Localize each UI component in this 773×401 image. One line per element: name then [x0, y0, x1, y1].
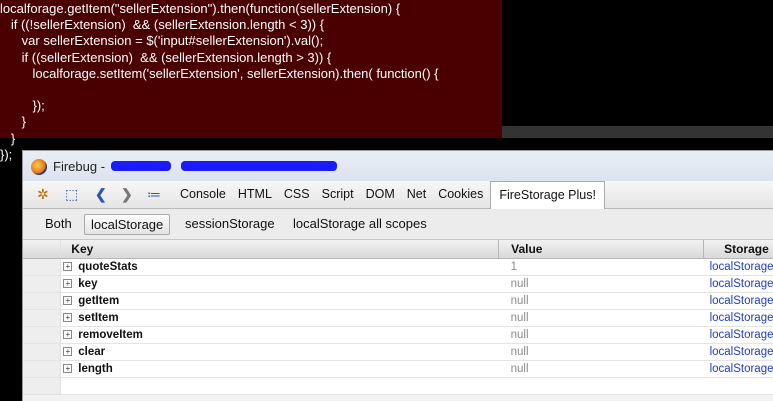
tab-script[interactable]: Script	[317, 181, 359, 208]
storage-filter-bar: Both localStorage sessionStorage localSt…	[23, 209, 773, 240]
tab-console[interactable]: Console	[175, 181, 231, 208]
column-header-value[interactable]: Value	[498, 240, 705, 259]
filter-localstorage-all-scopes[interactable]: localStorage all scopes	[287, 214, 433, 233]
row-storage[interactable]: localStorage	[703, 360, 773, 378]
row-value: null	[498, 360, 704, 378]
firebug-bug-icon[interactable]: ✲	[37, 186, 49, 202]
column-header-storage[interactable]: Storage	[703, 240, 773, 259]
redaction-mark	[181, 161, 337, 171]
firefox-icon	[31, 159, 47, 175]
row-value: null	[498, 326, 704, 344]
row-gutter	[23, 343, 62, 361]
table-header-row: Key Value Storage	[23, 240, 773, 259]
header-gutter	[23, 240, 62, 259]
expand-icon[interactable]: +	[63, 364, 73, 374]
row-gutter	[23, 326, 62, 344]
command-line-icon[interactable]: ≔	[147, 186, 161, 202]
row-key: clear	[78, 345, 106, 358]
row-gutter	[23, 292, 62, 310]
window-title: Firebug -	[53, 159, 106, 174]
row-storage[interactable]: localStorage	[703, 326, 773, 344]
expand-icon[interactable]: +	[63, 262, 73, 272]
row-storage[interactable]: localStorage	[703, 292, 773, 310]
table-row[interactable]: + length null localStorage	[23, 360, 773, 378]
window-titlebar: Firebug -	[23, 151, 773, 181]
table-row[interactable]: + quoteStats 1 localStorage	[23, 258, 773, 276]
row-key: setItem	[78, 311, 119, 324]
row-storage[interactable]: localStorage	[703, 258, 773, 276]
filter-sessionstorage[interactable]: sessionStorage	[179, 214, 281, 233]
empty-row	[23, 377, 773, 395]
expand-icon[interactable]: +	[63, 347, 73, 357]
empty-cell	[60, 377, 499, 395]
filter-localstorage[interactable]: localStorage	[84, 214, 171, 235]
firebug-window: Firebug - ✲ ⬚ ❮ ❯ ≔ Console HTML CSS Scr…	[22, 150, 773, 401]
table-row[interactable]: + key null localStorage	[23, 275, 773, 293]
expand-icon[interactable]: +	[63, 330, 73, 340]
table-row[interactable]: + getItem null localStorage	[23, 292, 773, 310]
row-gutter	[23, 275, 62, 293]
table-row[interactable]: + setItem null localStorage	[23, 309, 773, 327]
row-value: null	[498, 275, 704, 293]
tab-net[interactable]: Net	[402, 181, 431, 208]
row-storage[interactable]: localStorage	[703, 343, 773, 361]
table-row[interactable]: + removeItem null localStorage	[23, 326, 773, 344]
code-text: localforage.getItem("sellerExtension").t…	[0, 1, 439, 162]
row-key: getItem	[78, 294, 120, 307]
empty-cell	[498, 377, 704, 395]
firebug-toolbar: ✲ ⬚ ❮ ❯ ≔ Console HTML CSS Script DOM Ne…	[23, 181, 773, 210]
row-storage[interactable]: localStorage	[703, 275, 773, 293]
code-scroll-strip	[502, 126, 773, 138]
inspect-icon[interactable]: ⬚	[65, 186, 78, 202]
code-block: localforage.getItem("sellerExtension").t…	[0, 0, 502, 162]
redaction-mark	[111, 161, 171, 171]
empty-cell	[703, 377, 773, 395]
expand-icon[interactable]: +	[63, 313, 73, 323]
row-storage[interactable]: localStorage	[703, 309, 773, 327]
row-gutter	[23, 258, 62, 276]
back-icon[interactable]: ❮	[95, 186, 107, 202]
expand-icon[interactable]: +	[63, 296, 73, 306]
column-header-key[interactable]: Key	[60, 240, 500, 259]
row-gutter	[23, 360, 62, 378]
row-key: key	[78, 277, 98, 290]
expand-icon[interactable]: +	[63, 279, 73, 289]
row-key: quoteStats	[78, 260, 138, 273]
tab-firestorage-plus[interactable]: FireStorage Plus!	[490, 181, 605, 210]
row-value: null	[498, 292, 704, 310]
forward-icon[interactable]: ❯	[121, 186, 133, 202]
tab-html[interactable]: HTML	[233, 181, 277, 208]
row-value: 1	[498, 258, 704, 276]
row-gutter	[23, 309, 62, 327]
tab-dom[interactable]: DOM	[361, 181, 400, 208]
table-row[interactable]: + clear null localStorage	[23, 343, 773, 361]
row-key: removeItem	[78, 328, 143, 341]
tab-cookies[interactable]: Cookies	[433, 181, 488, 208]
storage-table: Key Value Storage + quoteStats 1 localSto…	[23, 240, 773, 395]
tab-css[interactable]: CSS	[279, 181, 315, 208]
panel-tabs: Console HTML CSS Script DOM Net Cookies …	[175, 181, 607, 210]
filter-both[interactable]: Both	[39, 214, 78, 233]
row-value: null	[498, 309, 704, 327]
row-value: null	[498, 343, 704, 361]
row-key: length	[78, 362, 113, 375]
row-gutter	[23, 377, 62, 395]
